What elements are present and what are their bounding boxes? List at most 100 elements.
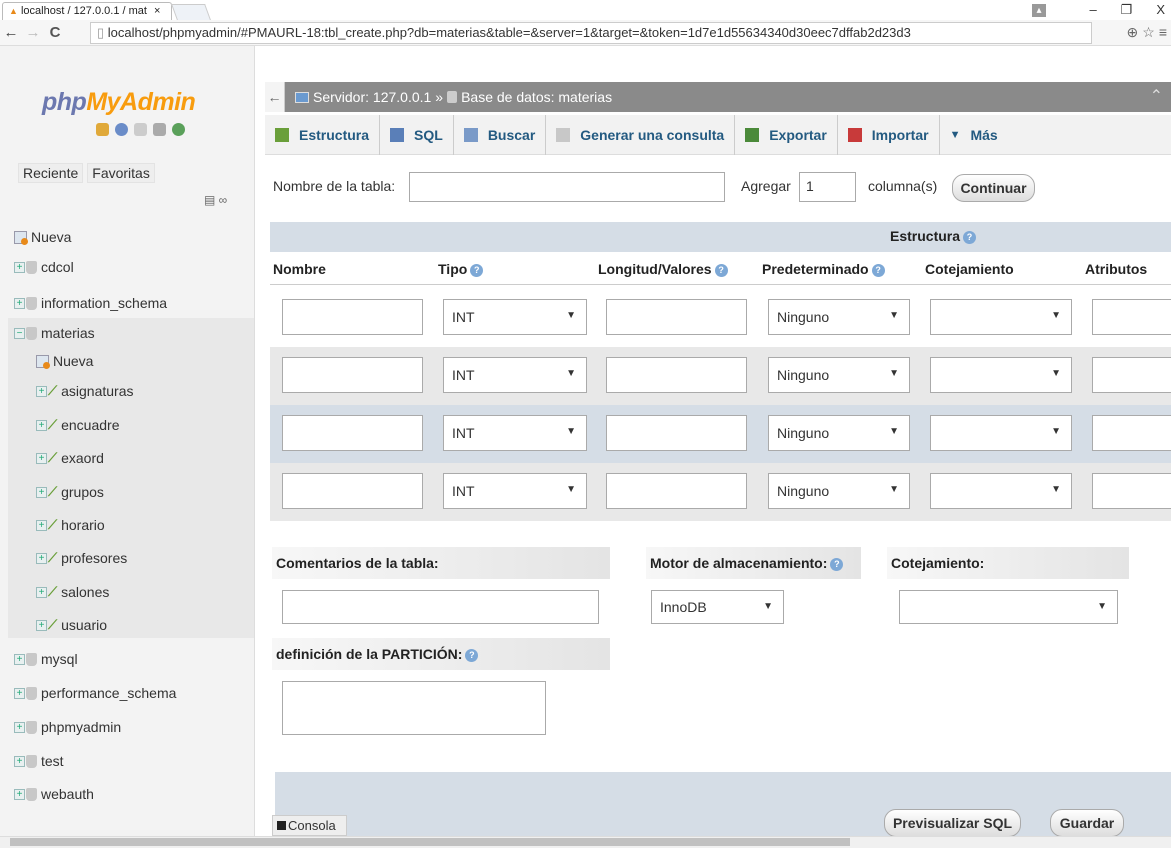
expand-icon[interactable]: + (14, 788, 25, 800)
tab-sql[interactable]: SQL (380, 114, 454, 155)
expand-icon[interactable]: + (36, 619, 47, 631)
expand-icon[interactable]: + (36, 452, 47, 464)
sidebar-item-performance-schema[interactable]: + performance_schema (0, 678, 254, 708)
column-attributes-select[interactable] (1092, 473, 1171, 509)
column-name-input[interactable] (282, 299, 423, 335)
collapse-icon[interactable]: ⌃ (1150, 86, 1163, 106)
help-icon[interactable]: ? (830, 557, 844, 571)
engine-select[interactable]: InnoDB ▼ (651, 590, 784, 624)
browser-tab[interactable]: ▲ localhost / 127.0.0.1 / mat × (2, 2, 172, 20)
console-button[interactable]: Consola (272, 815, 347, 836)
menu-icon[interactable]: ≡ (1159, 24, 1167, 41)
sidebar-item-test[interactable]: + test (0, 746, 254, 776)
expand-icon[interactable]: + (14, 755, 25, 767)
expand-icon[interactable]: + (36, 385, 47, 397)
sidebar-item-Nueva[interactable]: Nueva (0, 346, 254, 376)
column-name-input[interactable] (282, 357, 423, 393)
sidebar-item-webauth[interactable]: + webauth (0, 779, 254, 809)
tab-close-icon[interactable]: × (154, 5, 160, 17)
sidebar-item-usuario[interactable]: + ⟋ usuario (0, 610, 254, 640)
expand-icon[interactable]: + (36, 586, 47, 598)
help-icon[interactable]: ? (470, 263, 484, 277)
collapse-link-icon[interactable]: ▤ ∞ (204, 193, 227, 207)
column-default-select[interactable]: Ninguno ▼ (768, 473, 910, 509)
column-type-select[interactable]: INT ▼ (443, 299, 587, 335)
reload-button[interactable]: C (44, 24, 66, 41)
help-icon[interactable]: ? (871, 263, 885, 277)
refresh-icon[interactable] (172, 123, 185, 136)
sidebar-item-salones[interactable]: + ⟋ salones (0, 577, 254, 607)
sidebar-item-exaord[interactable]: + ⟋ exaord (0, 443, 254, 473)
column-collation-select[interactable]: ▼ (930, 473, 1072, 509)
help-icon[interactable]: ? (963, 230, 977, 244)
column-type-select[interactable]: INT ▼ (443, 473, 587, 509)
column-collation-select[interactable]: ▼ (930, 357, 1072, 393)
sidebar-item-profesores[interactable]: + ⟋ profesores (0, 543, 254, 573)
save-button[interactable]: Guardar (1050, 809, 1124, 837)
preview-sql-button[interactable]: Previsualizar SQL (884, 809, 1021, 837)
address-bar[interactable]: ▯ localhost/phpmyadmin/#PMAURL-18:tbl_cr… (90, 22, 1092, 44)
sidebar-item-horario[interactable]: + ⟋ horario (0, 510, 254, 540)
add-columns-input[interactable]: 1 (799, 172, 856, 202)
column-name-input[interactable] (282, 473, 423, 509)
column-default-select[interactable]: Ninguno ▼ (768, 357, 910, 393)
expand-icon[interactable]: + (36, 486, 47, 498)
home-icon[interactable] (96, 123, 109, 136)
column-length-input[interactable] (606, 357, 747, 393)
expand-icon[interactable]: + (14, 261, 25, 273)
sidebar-item-grupos[interactable]: + ⟋ grupos (0, 477, 254, 507)
collation-select[interactable]: ▼ (899, 590, 1118, 624)
column-attributes-select[interactable] (1092, 299, 1171, 335)
info-icon[interactable] (115, 123, 128, 136)
expand-icon[interactable]: + (36, 419, 47, 431)
column-length-input[interactable] (606, 299, 747, 335)
column-attributes-select[interactable] (1092, 415, 1171, 451)
star-icon[interactable]: ☆ (1142, 24, 1155, 41)
back-button[interactable]: ← (0, 24, 22, 41)
phpmyadmin-logo[interactable]: phpMyAdmin (42, 88, 196, 117)
sidebar-item-asignaturas[interactable]: + ⟋ asignaturas (0, 376, 254, 406)
nav-toggle-button[interactable]: ← (265, 82, 285, 112)
sidebar-item-mysql[interactable]: + mysql (0, 644, 254, 674)
tab-buscar[interactable]: Buscar (454, 114, 547, 155)
partition-textarea[interactable] (282, 681, 546, 735)
sidebar-item-phpmyadmin[interactable]: + phpmyadmin (0, 712, 254, 742)
maximize-button[interactable]: ❐ (1121, 2, 1133, 18)
sidebar-item-encuadre[interactable]: + ⟋ encuadre (0, 410, 254, 440)
expand-icon[interactable]: + (14, 721, 25, 733)
column-attributes-select[interactable] (1092, 357, 1171, 393)
settings-icon[interactable] (153, 123, 166, 136)
column-collation-select[interactable]: ▼ (930, 299, 1072, 335)
profile-icon[interactable]: ▴ (1032, 4, 1046, 17)
column-default-select[interactable]: Ninguno ▼ (768, 415, 910, 451)
expand-icon[interactable]: + (14, 297, 25, 309)
table-name-input[interactable] (409, 172, 725, 202)
close-window-button[interactable]: X (1156, 2, 1165, 18)
sidebar-item-information-schema[interactable]: + information_schema (0, 288, 254, 318)
column-length-input[interactable] (606, 415, 747, 451)
sidebar-item-materias[interactable]: − materias (0, 318, 254, 348)
sidebar-item-cdcol[interactable]: + cdcol (0, 252, 254, 282)
tab-recent[interactable]: Reciente (18, 163, 84, 183)
tab-favorites[interactable]: Favoritas (87, 163, 155, 183)
column-name-input[interactable] (282, 415, 423, 451)
breadcrumb-server[interactable]: Servidor: 127.0.0.1 (313, 89, 431, 105)
new-tab-button[interactable] (171, 4, 211, 20)
expand-icon[interactable]: + (36, 552, 47, 564)
tab-exportar[interactable]: Exportar (735, 114, 838, 155)
column-length-input[interactable] (606, 473, 747, 509)
forward-button[interactable]: → (22, 24, 44, 41)
zoom-icon[interactable]: ⊕ (1127, 24, 1139, 41)
minimize-button[interactable]: – (1089, 2, 1096, 18)
column-default-select[interactable]: Ninguno ▼ (768, 299, 910, 335)
column-collation-select[interactable]: ▼ (930, 415, 1072, 451)
column-type-select[interactable]: INT ▼ (443, 357, 587, 393)
expand-icon[interactable]: + (36, 519, 47, 531)
column-type-select[interactable]: INT ▼ (443, 415, 587, 451)
breadcrumb-database[interactable]: Base de datos: materias (461, 89, 612, 105)
scrollbar-thumb[interactable] (10, 838, 850, 846)
tab-m-s[interactable]: ▼ Más (940, 115, 1008, 155)
tab-importar[interactable]: Importar (838, 114, 940, 155)
expand-icon[interactable]: + (14, 687, 25, 699)
expand-icon[interactable]: − (14, 327, 25, 339)
